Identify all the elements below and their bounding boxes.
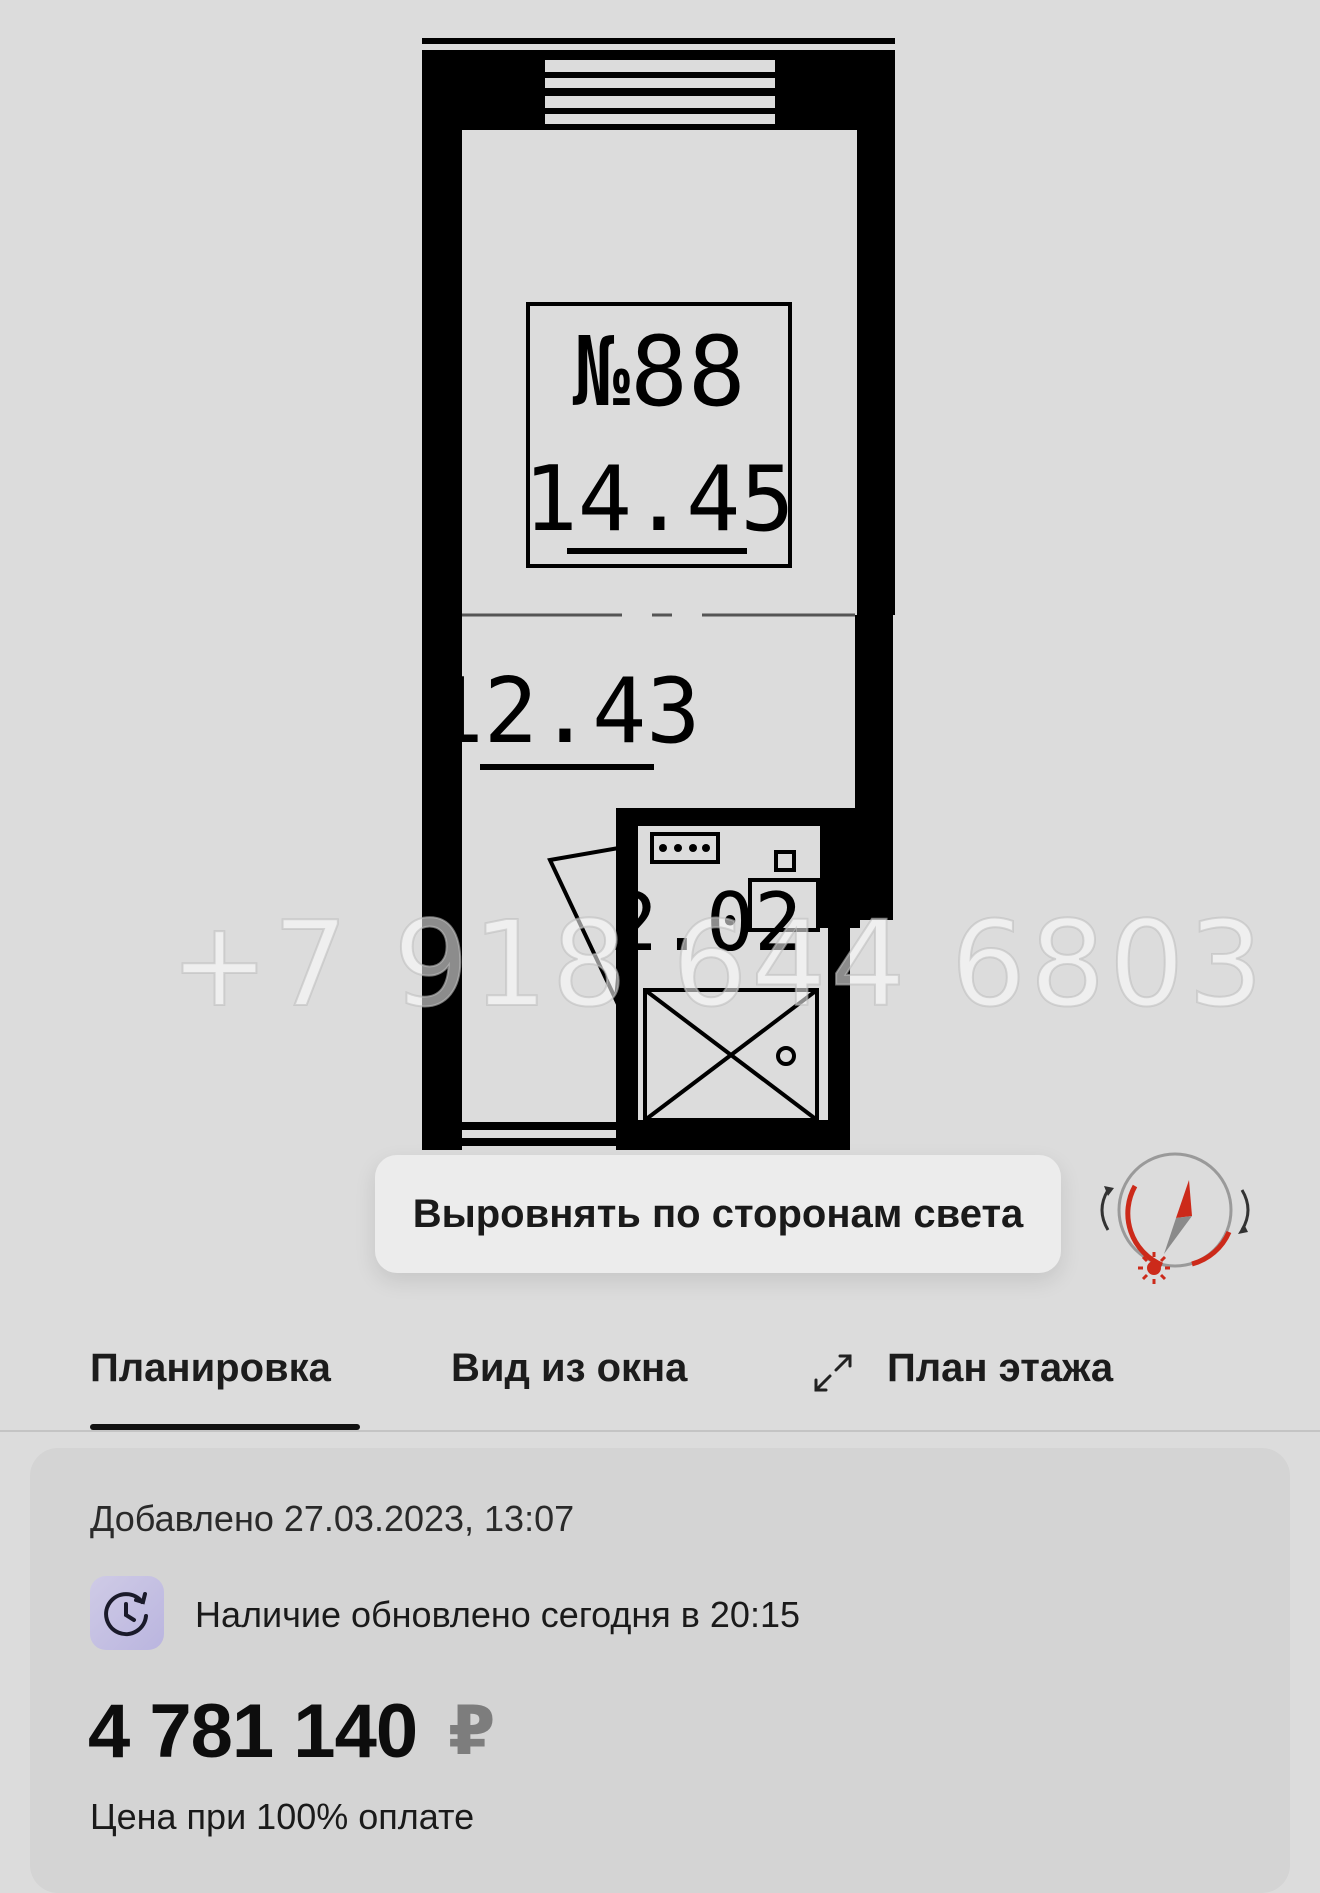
compass-icon[interactable] — [1092, 1148, 1262, 1288]
floor-plan: №88 14.45 12.43 2.02 +7 918 644 6803 — [0, 0, 1320, 1330]
room-area: 14.45 — [524, 447, 795, 552]
price-value: 4 781 140 — [88, 1689, 418, 1774]
tab-window-view[interactable]: Вид из окна — [451, 1346, 687, 1391]
corridor-area: 12.43 — [430, 659, 701, 764]
price-note: Цена при 100% оплате — [90, 1796, 475, 1837]
view-tabs: Планировка Вид из окна План этажа — [0, 1330, 1320, 1434]
tab-floor-plan[interactable]: План этажа — [887, 1346, 1113, 1391]
align-orientation-button[interactable]: Выровнять по сторонам света — [375, 1155, 1061, 1273]
clock-refresh-icon — [90, 1576, 164, 1650]
currency-sign: ₽ — [448, 1693, 496, 1769]
added-date: Добавлено 27.03.2023, 13:07 — [90, 1498, 575, 1539]
floor-plan-drawing: №88 14.45 12.43 2.02 — [422, 38, 895, 1150]
apartment-number: №88 — [572, 316, 745, 428]
bathroom-area: 2.02 — [610, 876, 803, 969]
expand-icon[interactable] — [810, 1350, 856, 1396]
availability-status: Наличие обновлено сегодня в 20:15 — [195, 1594, 800, 1635]
tabs-divider — [0, 1430, 1320, 1432]
info-card: Добавлено 27.03.2023, 13:07 Наличие обно… — [30, 1448, 1290, 1893]
tab-layout[interactable]: Планировка — [90, 1346, 331, 1391]
